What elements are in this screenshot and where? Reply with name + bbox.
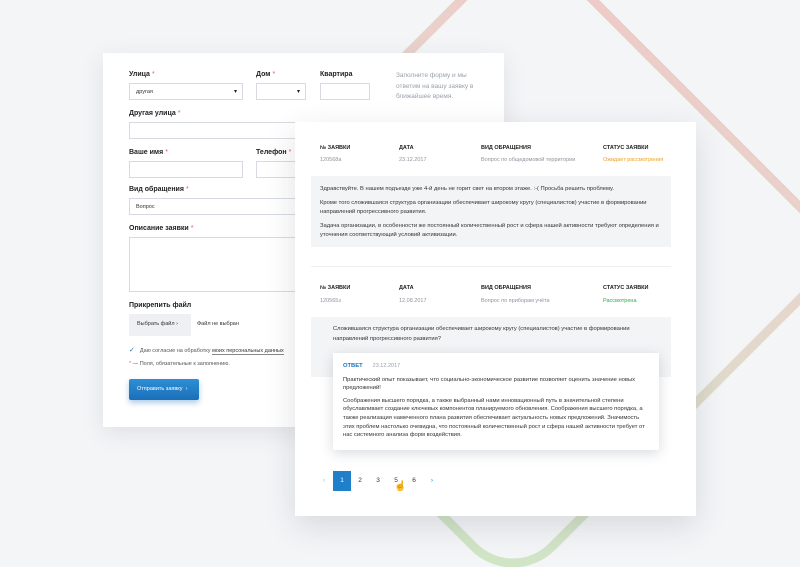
description-textarea[interactable]: [129, 237, 309, 292]
status-badge: Рассмотрена: [603, 298, 637, 304]
submit-button[interactable]: Отправить заявку ›: [129, 379, 199, 400]
request-number: 120565з: [320, 298, 341, 304]
request-type: Вопрос по приборам учёта: [481, 298, 550, 304]
description-label: Описание заявки *: [129, 225, 194, 232]
attach-label: Прикрепить файл: [129, 302, 192, 309]
name-label: Ваше имя *: [129, 149, 168, 156]
col-status-header: СТАТУС ЗАЯВКИ: [603, 145, 649, 151]
prev-page-icon[interactable]: ‹: [315, 471, 333, 491]
col-number-header: № ЗАЯВКИ: [320, 145, 351, 151]
consent-checkbox[interactable]: ✓ Даю согласие на обработку моих персонал…: [129, 346, 284, 355]
check-icon: ✓: [129, 347, 135, 354]
apartment-input[interactable]: [320, 83, 370, 100]
chevron-right-icon: ›: [185, 386, 188, 392]
house-label: Дом *: [256, 71, 276, 78]
col-date-header: ДАТА: [399, 145, 414, 151]
request-date: 23.12.2017: [399, 157, 427, 163]
col-date-header: ДАТА: [399, 285, 414, 291]
answer-card: ОТВЕТ 23.12.2017 Практический опыт показы…: [333, 353, 659, 450]
divider: [311, 266, 671, 267]
request-type: Вопрос по общедомовой территории: [481, 157, 576, 163]
chevron-right-icon: ›: [176, 321, 178, 327]
answer-tag: ОТВЕТ: [343, 363, 363, 369]
required-note: * — Поля, обязательные к заполнению.: [129, 361, 230, 367]
page-3[interactable]: 3: [369, 471, 387, 491]
pagination: ‹ 1 2 3 5 6 ›: [315, 471, 441, 491]
other-street-label: Другая улица *: [129, 110, 181, 117]
street-select[interactable]: другая ▾: [129, 83, 243, 100]
requests-list-card: № ЗАЯВКИ ДАТА ВИД ОБРАЩЕНИЯ СТАТУС ЗАЯВК…: [295, 122, 696, 516]
type-label: Вид обращения *: [129, 186, 189, 193]
consent-text: Даю согласие на обработку: [139, 348, 211, 354]
other-street-input[interactable]: [129, 122, 309, 139]
hand-cursor-icon: ☝: [394, 481, 407, 492]
col-status-header: СТАТУС ЗАЯВКИ: [603, 285, 649, 291]
street-label: Улица *: [129, 71, 155, 78]
col-type-header: ВИД ОБРАЩЕНИЯ: [481, 285, 531, 291]
chevron-down-icon: ▾: [296, 89, 300, 95]
request-date: 12.08.2017: [399, 298, 427, 304]
phone-input[interactable]: [256, 161, 296, 178]
page-6[interactable]: 6: [405, 471, 423, 491]
chevron-down-icon: ▾: [233, 89, 237, 95]
col-type-header: ВИД ОБРАЩЕНИЯ: [481, 145, 531, 151]
col-number-header: № ЗАЯВКИ: [320, 285, 351, 291]
choose-file-button[interactable]: Выбрать файл ›: [129, 314, 191, 336]
personal-data-link[interactable]: моих персональных данных: [212, 348, 284, 355]
page-1[interactable]: 1: [333, 471, 351, 491]
request-number: 120568a: [320, 157, 342, 163]
name-input[interactable]: [129, 161, 243, 178]
phone-label: Телефон *: [256, 149, 292, 156]
answer-date: 23.12.2017: [372, 363, 401, 369]
apartment-label: Квартира: [320, 71, 353, 78]
next-page-icon[interactable]: ›: [423, 471, 441, 491]
type-select[interactable]: Вопрос: [129, 198, 309, 215]
status-badge: Ожидает рассмотрения: [603, 157, 664, 163]
form-hint: Заполните форму и мы ответим на вашу зая…: [396, 72, 474, 100]
house-select[interactable]: ▾: [256, 83, 306, 100]
page-2[interactable]: 2: [351, 471, 369, 491]
no-file-text: Файл не выбран: [197, 321, 239, 327]
request-message: Здравствуйте. В нашем подъезде уже 4-й д…: [311, 176, 671, 247]
